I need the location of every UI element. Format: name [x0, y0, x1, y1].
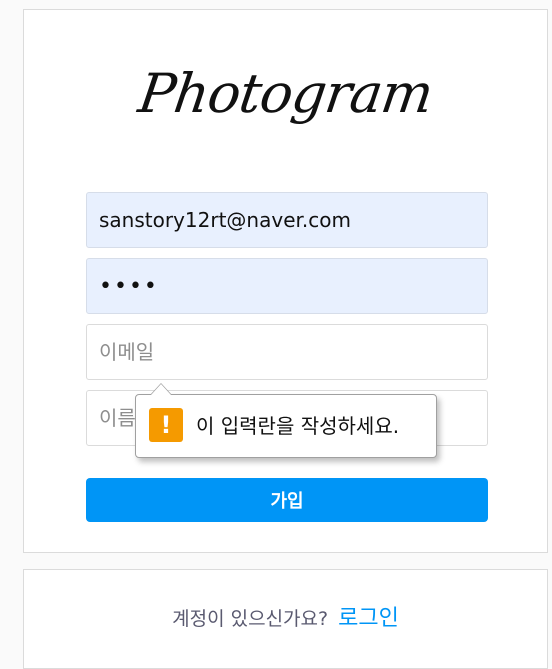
password-field[interactable]: [86, 258, 488, 314]
login-prompt: 계정이 있으신가요? 로그인: [24, 600, 547, 632]
signup-card: Photogram 가입 ! 이 입력란을 작성하세요.: [23, 9, 548, 553]
warning-icon: !: [149, 408, 183, 442]
tooltip-arrow: [150, 383, 172, 395]
login-link[interactable]: 로그인: [338, 606, 399, 631]
email-field[interactable]: [86, 324, 488, 380]
login-prompt-text: 계정이 있으신가요?: [172, 608, 329, 630]
tooltip-message: 이 입력란을 작성하세요.: [196, 414, 400, 438]
brand-logo: Photogram: [134, 62, 437, 125]
login-card: 계정이 있으신가요? 로그인: [23, 569, 548, 669]
signup-button[interactable]: 가입: [86, 478, 488, 522]
email-field-prefilled[interactable]: [86, 192, 488, 248]
validation-tooltip: ! 이 입력란을 작성하세요.: [135, 383, 437, 458]
